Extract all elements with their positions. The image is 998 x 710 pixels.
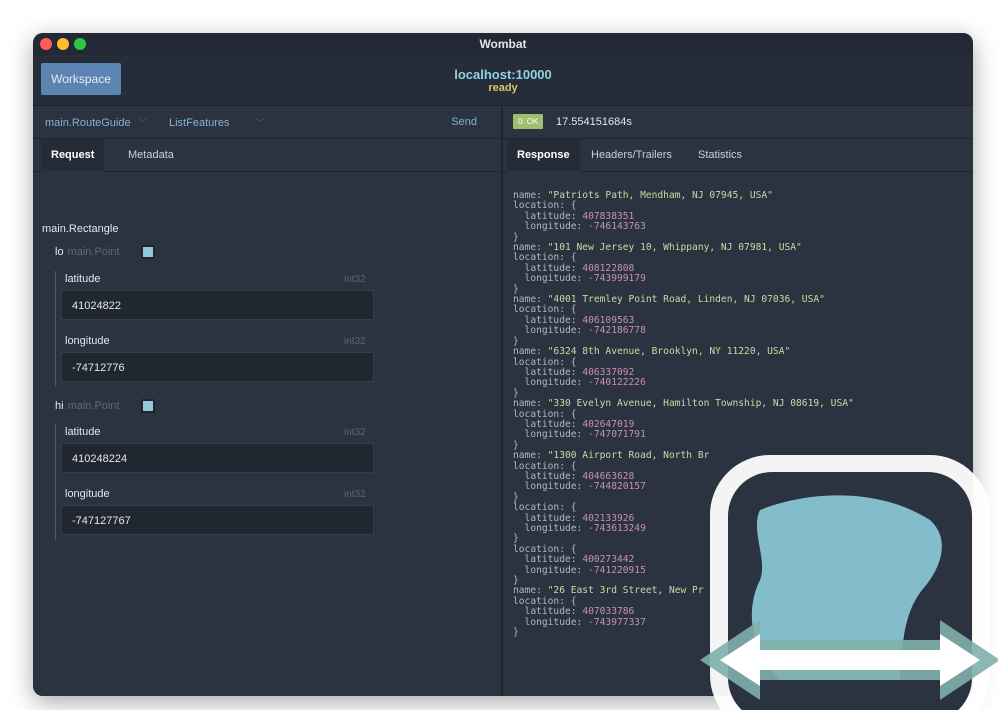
zoom-window-button[interactable] [74,38,86,50]
lo-field-name: lo [55,246,64,258]
response-latitude-value: 404663628 [582,470,635,482]
response-longitude-value: -744820157 [588,481,646,493]
response-longitude-value: -742186778 [588,325,646,337]
elapsed-time: 17.554151684s [556,116,632,128]
connection-header: Workspace localhost:10000 ready [33,55,973,106]
method-select[interactable]: ListFeatures ﹀ [169,116,265,129]
response-longitude-value: -746143763 [588,221,646,233]
tab-request[interactable]: Request [41,139,105,173]
hi-set-checkbox[interactable] [141,399,155,413]
hi-longitude-input[interactable]: -747127767 [61,505,374,535]
lo-latitude-type: int32 [344,274,366,285]
root-message-type: main.Rectangle [42,223,119,235]
hi-field-header: hi main.Point [55,400,120,412]
status-badge: 0: OK [513,114,544,129]
window-title: Wombat [479,37,527,51]
response-latitude-value: 406337092 [582,366,635,378]
hi-latitude-label: latitude [65,426,101,438]
response-name-value: "Patriots Path, Mendham, NJ 07945, USA" [547,190,773,201]
tab-statistics[interactable]: Statistics [698,139,742,171]
response-name-value: "26 East 3rd Street, New Pr [547,585,704,597]
lo-longitude-input[interactable]: -74712776 [61,352,374,382]
close-window-button[interactable] [40,38,52,50]
response-latitude-value: 408122808 [582,262,635,274]
response-tabs: Response Headers/Trailers Statistics [503,139,973,173]
tab-headers-trailers[interactable]: Headers/Trailers [591,139,672,171]
wombat-app-icon [700,455,998,710]
response-longitude-value: -741220915 [588,564,646,576]
lo-nesting-line [55,271,56,387]
request-pane: main.RouteGuide ﹀ ListFeatures ﹀ Send Requ… [33,106,501,696]
title-bar: Wombat [33,33,973,55]
lo-latitude-label: latitude [65,273,101,285]
host-address: localhost:10000 [454,67,552,82]
hi-longitude-label: longitude [65,488,110,500]
hi-field-type: main.Point [67,400,120,412]
response-name-value: "330 Evelyn Avenue, Hamilton Township, N… [547,398,854,410]
response-latitude-value: 406109563 [582,314,635,326]
lo-set-checkbox[interactable] [141,245,155,259]
response-longitude-value: -743999179 [588,273,646,285]
hi-latitude-type: int32 [344,427,366,438]
connection-status: ready [488,82,518,94]
hi-field-name: hi [55,400,64,412]
hi-nesting-line [55,424,56,540]
lo-field-header: lo main.Point [55,246,120,258]
service-select[interactable]: main.RouteGuide ﹀ [45,116,148,129]
lo-longitude-type: int32 [344,336,366,347]
response-longitude-value: -743613249 [588,523,646,534]
method-select-label: ListFeatures [169,117,230,129]
response-longitude-value: -740122226 [588,377,646,389]
response-status-bar: 0: OK 17.554151684s [503,106,973,139]
response-longitude-value: -743977337 [588,616,646,628]
response-latitude-value: 400273442 [582,554,635,566]
service-select-label: main.RouteGuide [45,117,131,129]
request-tabs: Request Metadata [33,139,501,173]
response-name-value: "101 New Jersey 10, Whippany, NJ 07981, … [547,242,802,254]
lo-longitude-label: longitude [65,335,110,347]
response-name-value: "1300 Airport Road, North Br [547,450,710,462]
tab-metadata[interactable]: Metadata [128,139,174,171]
lo-latitude-input[interactable]: 41024822 [61,290,374,320]
response-latitude-value: 407033786 [582,606,635,618]
method-bar: main.RouteGuide ﹀ ListFeatures ﹀ Send [33,106,501,139]
tab-response[interactable]: Response [507,139,580,173]
hi-latitude-input[interactable]: 410248224 [61,443,374,473]
response-latitude-value: 402133926 [582,512,635,524]
minimize-window-button[interactable] [57,38,69,50]
response-name-value: "6324 8th Avenue, Brooklyn, NY 11220, US… [547,346,791,358]
chevron-down-icon: ﹀ [255,118,265,128]
send-button[interactable]: Send [451,116,477,128]
lo-field-type: main.Point [67,246,120,258]
hi-longitude-type: int32 [344,489,366,500]
response-latitude-value: 402647019 [582,418,635,430]
chevron-down-icon: ﹀ [138,118,148,128]
response-name-value: "4001 Tremley Point Road, Linden, NJ 070… [547,294,825,306]
response-latitude-value: 407838351 [582,210,635,222]
response-longitude-value: -747071791 [588,429,646,441]
